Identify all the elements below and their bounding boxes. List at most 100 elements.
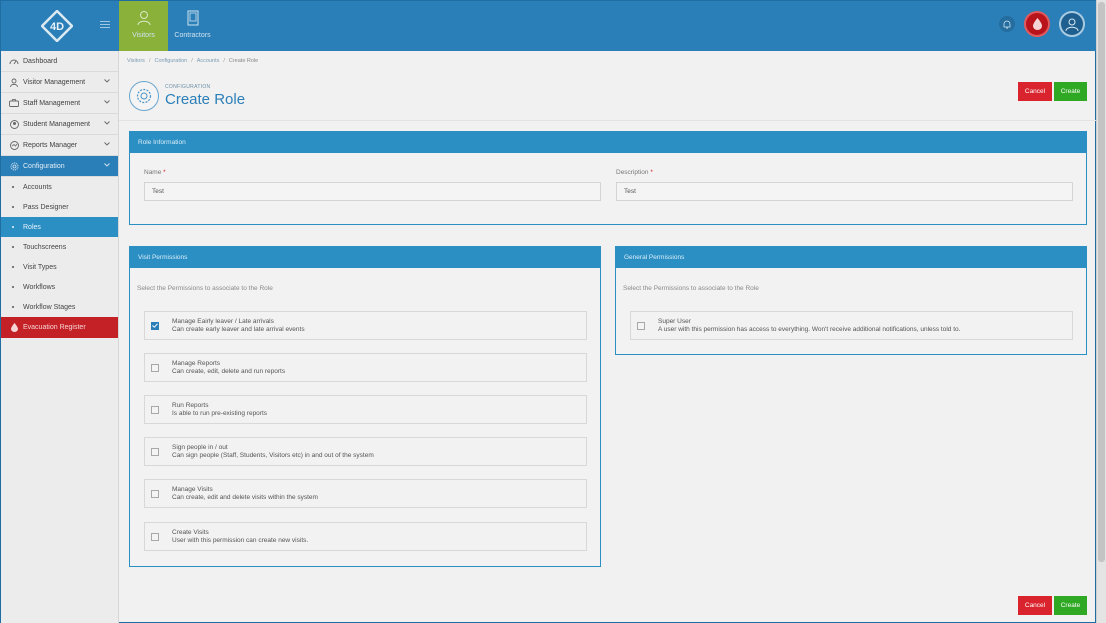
topnav-visitors[interactable]: Visitors: [119, 1, 168, 51]
dashboard-icon: [9, 56, 19, 66]
avatar-user-icon: [1065, 18, 1079, 31]
permissions-hint: Select the Permissions to associate to t…: [137, 285, 273, 292]
permission-title: Create Visits: [172, 528, 209, 536]
permission-checkbox[interactable]: [151, 447, 159, 456]
document-icon: [187, 10, 198, 26]
sidebar-subitem-workflow-stages[interactable]: Workflow Stages: [1, 297, 118, 317]
permission-desc: Can create, edit and delete visits withi…: [172, 493, 318, 501]
chevron-down-icon: [104, 163, 110, 167]
bottom-actions: Cancel Create: [1018, 596, 1087, 615]
scrollbar-thumb[interactable]: [1098, 2, 1105, 562]
main-content: Visitors / Configuration / Accounts / Cr…: [119, 51, 1097, 623]
staff-icon: [9, 98, 19, 108]
permission-title: Manage Visits: [172, 485, 213, 493]
sidebar-subitem-roles[interactable]: Roles: [1, 217, 118, 237]
permission-row[interactable]: Create Visits User with this permission c…: [144, 522, 587, 551]
permission-checkbox[interactable]: [151, 532, 159, 541]
permission-row[interactable]: Run Reports Is able to run pre-existing r…: [144, 395, 587, 424]
permission-desc: Is able to run pre-existing reports: [172, 409, 268, 417]
sidebar-item-label: Student Management: [23, 120, 90, 128]
sidebar-item-reports-manager[interactable]: Reports Manager: [1, 135, 118, 156]
sidebar-subitem-label: Pass Designer: [23, 203, 69, 211]
sidebar-item-label: Evacuation Register: [23, 324, 86, 331]
permission-checkbox[interactable]: [151, 405, 159, 414]
name-field[interactable]: Test: [144, 182, 601, 201]
logo-4d[interactable]: 4D: [41, 10, 73, 42]
permissions-hint: Select the Permissions to associate to t…: [623, 285, 759, 292]
permission-checkbox[interactable]: [637, 321, 645, 330]
panel-header: Role Information: [130, 132, 1086, 153]
chevron-down-icon: [104, 79, 110, 83]
logo-area: 4D: [1, 1, 119, 51]
sidebar-subitem-visit-types[interactable]: Visit Types: [1, 257, 118, 277]
sidebar-item-student-management[interactable]: Student Management: [1, 114, 118, 135]
evacuation-drop-icon[interactable]: [1024, 11, 1050, 37]
logo-text: 4D: [50, 21, 64, 33]
permission-checkbox[interactable]: [151, 363, 159, 372]
permission-row[interactable]: Manage Eairly leaver / Late arrivals Can …: [144, 311, 587, 340]
permission-row[interactable]: Manage Visits Can create, edit and delete…: [144, 479, 587, 508]
top-actions: Cancel Create: [1018, 82, 1087, 101]
breadcrumb-configuration[interactable]: Configuration: [154, 58, 187, 64]
chevron-down-icon: [104, 142, 110, 146]
page-header: CONFIGURATION Create Role: [129, 81, 245, 111]
permission-title: Manage Eairly leaver / Late arrivals: [172, 317, 274, 325]
permission-row[interactable]: Sign people in / out Can sign people (Sta…: [144, 437, 587, 466]
permission-desc: A user with this permission has access t…: [658, 325, 961, 333]
sidebar-item-label: Staff Management: [23, 99, 81, 107]
avatar[interactable]: [1059, 11, 1085, 37]
user-icon: [137, 11, 150, 26]
sidebar-item-dashboard[interactable]: Dashboard: [1, 51, 118, 72]
sidebar-item-staff-management[interactable]: Staff Management: [1, 93, 118, 114]
chevron-down-icon: [104, 121, 110, 125]
cancel-button[interactable]: Cancel: [1018, 82, 1052, 101]
description-label: Description *: [616, 169, 653, 176]
sidebar-subitem-label: Workflow Stages: [23, 303, 76, 311]
permission-checkbox[interactable]: [151, 321, 159, 330]
permission-row[interactable]: Super User A user with this permission ha…: [630, 311, 1073, 340]
general-permissions-panel: General Permissions Select the Permissio…: [615, 246, 1087, 355]
topnav-contractors-label: Contractors: [174, 32, 211, 39]
sidebar-item-visitor-management[interactable]: Visitor Management: [1, 72, 118, 93]
permission-checkbox[interactable]: [151, 489, 159, 498]
hamburger-icon[interactable]: [100, 21, 110, 31]
sidebar: Dashboard Visitor Management Staff Manag…: [1, 51, 119, 623]
page-title: Create Role: [165, 91, 246, 108]
bell-icon[interactable]: [999, 16, 1015, 32]
cancel-button[interactable]: Cancel: [1018, 596, 1052, 615]
breadcrumb-visitors[interactable]: Visitors: [127, 58, 145, 64]
breadcrumb: Visitors / Configuration / Accounts / Cr…: [127, 58, 259, 64]
permission-desc: Can create early leaver and late arrival…: [172, 325, 305, 333]
reports-icon: [9, 140, 19, 150]
role-information-panel: Role Information Name * Test Description…: [129, 131, 1087, 225]
topnav-visitors-label: Visitors: [132, 32, 155, 39]
sidebar-item-label: Reports Manager: [23, 141, 78, 149]
permission-desc: Can create, edit, delete and run reports: [172, 367, 286, 375]
panel-header: Visit Permissions: [130, 247, 600, 268]
topnav-contractors[interactable]: Contractors: [168, 1, 217, 51]
permission-title: Manage Reports: [172, 359, 221, 367]
create-button[interactable]: Create: [1054, 82, 1087, 101]
sidebar-subitem-workflows[interactable]: Workflows: [1, 277, 118, 297]
sidebar-subitem-label: Accounts: [23, 183, 52, 191]
sidebar-item-evacuation-register[interactable]: Evacuation Register: [1, 317, 118, 338]
student-icon: [9, 119, 19, 129]
sidebar-subitem-touchscreens[interactable]: Touchscreens: [1, 237, 118, 257]
sidebar-item-label: Visitor Management: [23, 78, 86, 86]
sidebar-subitem-pass-designer[interactable]: Pass Designer: [1, 197, 118, 217]
create-button[interactable]: Create: [1054, 596, 1087, 615]
scrollbar[interactable]: [1096, 0, 1106, 623]
description-field[interactable]: Test: [616, 182, 1073, 201]
app-window: 4D Visitors Contractors Dashboard Visito…: [0, 0, 1097, 623]
panel-header: General Permissions: [616, 247, 1086, 268]
breadcrumb-accounts[interactable]: Accounts: [197, 58, 220, 64]
sidebar-subitem-label: Roles: [23, 223, 41, 231]
sidebar-subitem-accounts[interactable]: Accounts: [1, 177, 118, 197]
permission-row[interactable]: Manage Reports Can create, edit, delete a…: [144, 353, 587, 382]
drop-icon: [9, 323, 19, 333]
sidebar-item-label: Dashboard: [23, 57, 58, 65]
sidebar-item-configuration[interactable]: Configuration: [1, 156, 118, 177]
header-divider: [119, 120, 1097, 121]
permission-title: Sign people in / out: [172, 443, 228, 451]
page-eyebrow: CONFIGURATION: [165, 84, 211, 90]
